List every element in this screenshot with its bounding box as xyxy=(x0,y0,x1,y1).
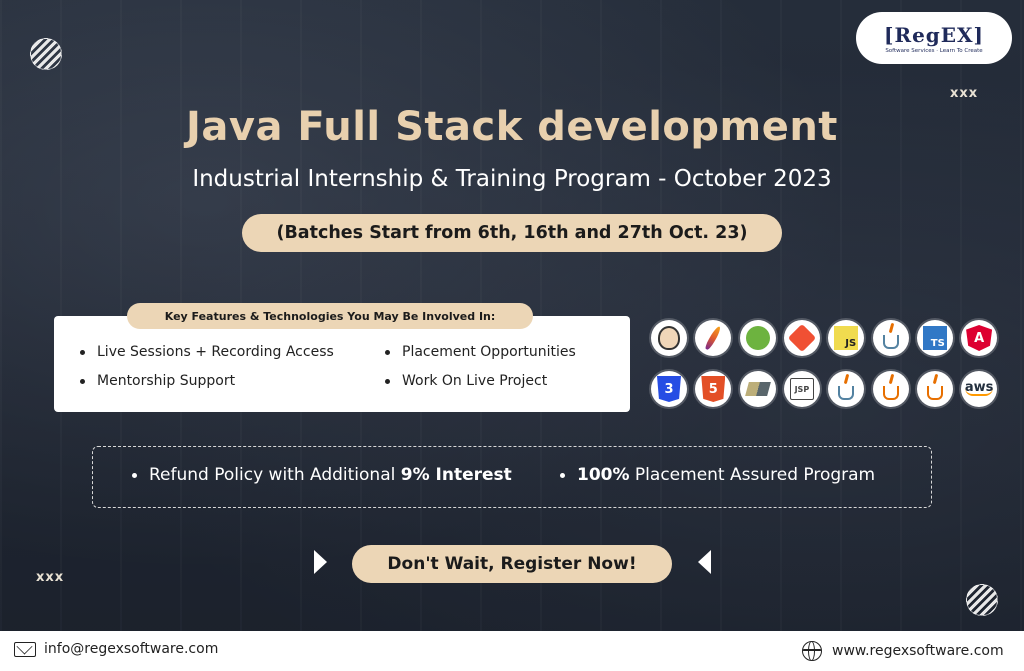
features-card xyxy=(54,316,630,412)
java-steam xyxy=(888,322,894,334)
typescript-icon: TS xyxy=(916,320,953,356)
refund-text: Refund Policy with Additional xyxy=(149,465,401,485)
feature-label: Placement Opportunities xyxy=(402,344,576,360)
jenkins-glyph xyxy=(658,326,680,350)
java-steam xyxy=(888,373,894,385)
java-ee-glyph xyxy=(838,373,855,400)
page-title: Java Full Stack development xyxy=(186,104,838,150)
batches-badge: (Batches Start from 6th, 16th and 27th O… xyxy=(242,214,782,252)
aws-icon: aws xyxy=(961,371,998,407)
java-se-glyph xyxy=(882,373,899,400)
mail-icon xyxy=(14,641,36,657)
maven-feather-glyph xyxy=(704,325,723,351)
logo-wordmark: [RegEX] xyxy=(883,22,985,47)
arrow-left-icon xyxy=(698,550,711,574)
git-glyph xyxy=(787,323,817,353)
java-logo-icon xyxy=(916,371,953,407)
logo-tagline: Software Services · Learn To Create xyxy=(885,47,983,54)
css3-icon: 3 xyxy=(651,371,687,407)
register-button[interactable]: Don't Wait, Register Now! xyxy=(352,545,672,583)
striped-circle-decoration xyxy=(966,584,998,616)
feature-label: Mentorship Support xyxy=(97,373,236,389)
angular-icon: A xyxy=(961,320,998,356)
placement-highlight: 100% xyxy=(577,465,630,485)
xmark-decoration: xxx xyxy=(36,570,65,585)
website-link[interactable]: www.regexsoftware.com xyxy=(802,641,1004,661)
typescript-glyph: TS xyxy=(922,326,947,350)
bullet-icon xyxy=(80,349,85,355)
jenkins-icon xyxy=(651,320,687,356)
technology-icons: JS TS A 3 5 JSP aws xyxy=(651,320,1001,410)
regex-logo[interactable]: [RegEX] Software Services · Learn To Cre… xyxy=(856,12,1012,64)
feature-label: Work On Live Project xyxy=(402,373,548,389)
bullet-icon xyxy=(132,472,137,478)
java-logo-glyph xyxy=(926,373,943,400)
jsp-icon: JSP xyxy=(783,371,820,407)
jsp-glyph: JSP xyxy=(789,378,814,400)
java-steam xyxy=(843,373,850,385)
striped-circle-decoration xyxy=(30,38,62,70)
refund-policy-item: Refund Policy with Additional 9% Interes… xyxy=(132,465,512,485)
aws-glyph: aws xyxy=(964,380,994,396)
xmark-decoration: xxx xyxy=(950,86,979,101)
javascript-glyph: JS xyxy=(834,326,859,350)
bullet-icon xyxy=(385,349,390,355)
maven-feather-icon xyxy=(695,320,732,356)
css3-glyph: 3 xyxy=(657,376,681,402)
bullet-icon xyxy=(80,378,85,384)
email-text: info@regexsoftware.com xyxy=(44,641,219,657)
angular-glyph: A xyxy=(966,325,993,351)
page-subtitle: Industrial Internship & Training Program… xyxy=(192,166,832,192)
html5-icon: 5 xyxy=(695,371,732,407)
git-icon xyxy=(783,320,820,356)
bullet-icon xyxy=(560,472,565,478)
html5-glyph: 5 xyxy=(701,376,726,402)
javascript-icon: JS xyxy=(828,320,865,356)
email-link[interactable]: info@regexsoftware.com xyxy=(14,641,218,657)
refund-highlight: 9% Interest xyxy=(400,465,512,485)
feature-item: Mentorship Support xyxy=(80,373,235,389)
globe-icon xyxy=(802,641,822,661)
hibernate-icon xyxy=(739,371,776,407)
java-se-icon xyxy=(872,371,909,407)
spring-icon xyxy=(739,320,776,356)
placement-item: 100% Placement Assured Program xyxy=(560,465,875,485)
spring-glyph xyxy=(745,326,770,350)
hibernate-glyph xyxy=(744,382,771,396)
features-heading: Key Features & Technologies You May Be I… xyxy=(127,303,533,329)
bullet-icon xyxy=(385,378,390,384)
feature-item: Work On Live Project xyxy=(385,373,547,389)
feature-item: Live Sessions + Recording Access xyxy=(80,344,334,360)
footer-bar: info@regexsoftware.com www.regexsoftware… xyxy=(0,631,1024,671)
placement-text: Placement Assured Program xyxy=(629,465,876,485)
website-text: www.regexsoftware.com xyxy=(832,643,1004,659)
arrow-right-icon xyxy=(314,550,327,574)
java-glyph xyxy=(882,322,899,349)
java-icon xyxy=(872,320,909,356)
feature-label: Live Sessions + Recording Access xyxy=(97,344,334,360)
java-steam xyxy=(932,373,939,385)
java-ee-icon xyxy=(828,371,865,407)
feature-item: Placement Opportunities xyxy=(385,344,576,360)
promo-banner: xxx xxx [RegEX] Software Services · Lear… xyxy=(0,0,1024,671)
